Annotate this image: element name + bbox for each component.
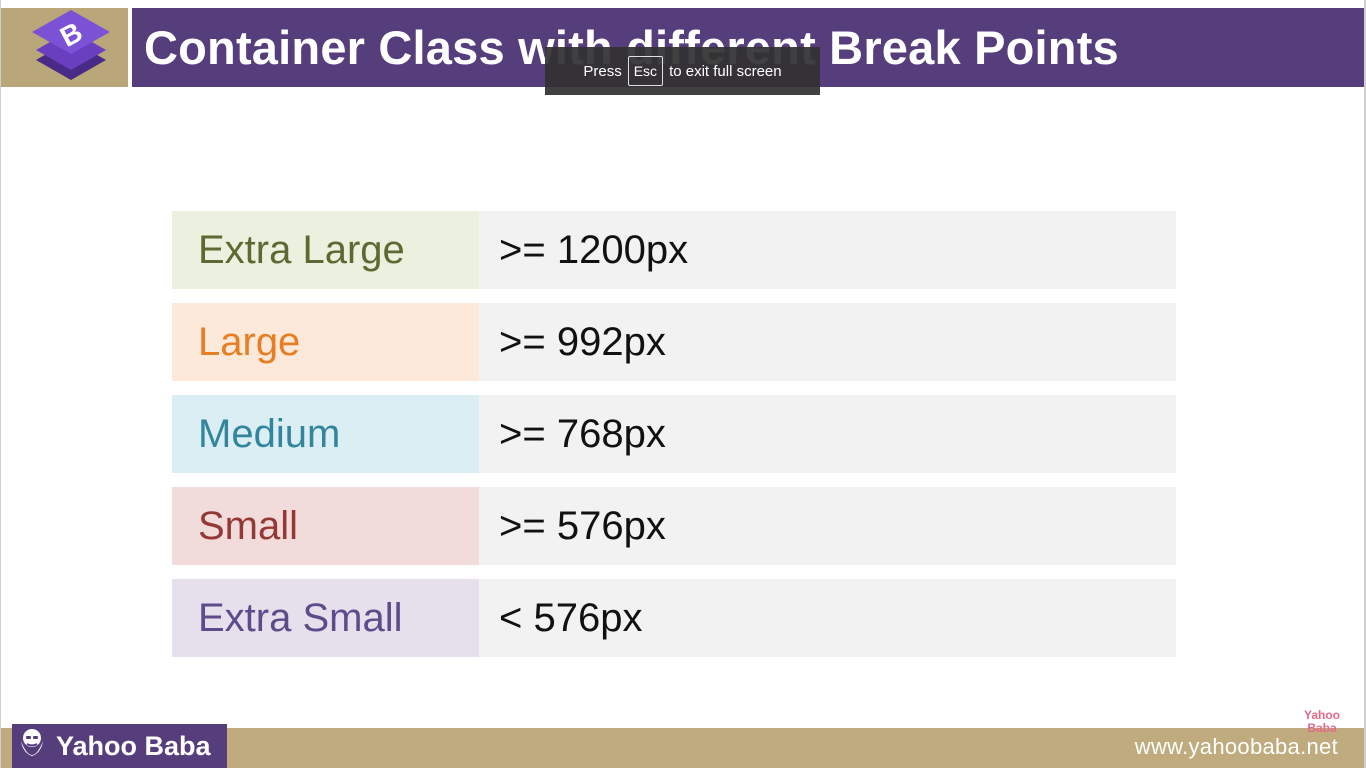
breakpoint-label: Extra Small xyxy=(172,579,479,657)
fullscreen-notice: Press Esc to exit full screen xyxy=(545,47,820,95)
breakpoint-value: < 576px xyxy=(479,579,1176,657)
breakpoint-row-extra-large: Extra Large >= 1200px xyxy=(172,211,1176,289)
breakpoint-label: Small xyxy=(172,487,479,565)
breakpoint-row-medium: Medium >= 768px xyxy=(172,395,1176,473)
breakpoint-row-small: Small >= 576px xyxy=(172,487,1176,565)
breakpoint-label: Medium xyxy=(172,395,479,473)
footer-brand: Yahoo Baba xyxy=(12,724,227,768)
bearded-man-icon xyxy=(12,724,52,768)
breakpoint-value: >= 1200px xyxy=(479,211,1176,289)
channel-watermark: Yahoo Baba xyxy=(1300,709,1344,735)
breakpoint-value: >= 992px xyxy=(479,303,1176,381)
watermark-line-2: Baba xyxy=(1307,721,1337,735)
header-top-rule xyxy=(0,0,1366,8)
breakpoint-label: Extra Large xyxy=(172,211,479,289)
breakpoint-label: Large xyxy=(172,303,479,381)
frame-edge-left xyxy=(0,0,1,768)
fullscreen-notice-suffix: to exit full screen xyxy=(669,62,782,80)
esc-key-hint[interactable]: Esc xyxy=(627,56,664,86)
breakpoint-value: >= 768px xyxy=(479,395,1176,473)
bootstrap-logo-icon: B xyxy=(32,10,110,80)
breakpoint-value: >= 576px xyxy=(479,487,1176,565)
fullscreen-notice-prefix: Press xyxy=(583,62,622,80)
footer-url: www.yahoobaba.net xyxy=(1134,734,1338,759)
footer-brand-name: Yahoo Baba xyxy=(56,730,211,761)
breakpoint-row-large: Large >= 992px xyxy=(172,303,1176,381)
breakpoint-row-extra-small: Extra Small < 576px xyxy=(172,579,1176,657)
